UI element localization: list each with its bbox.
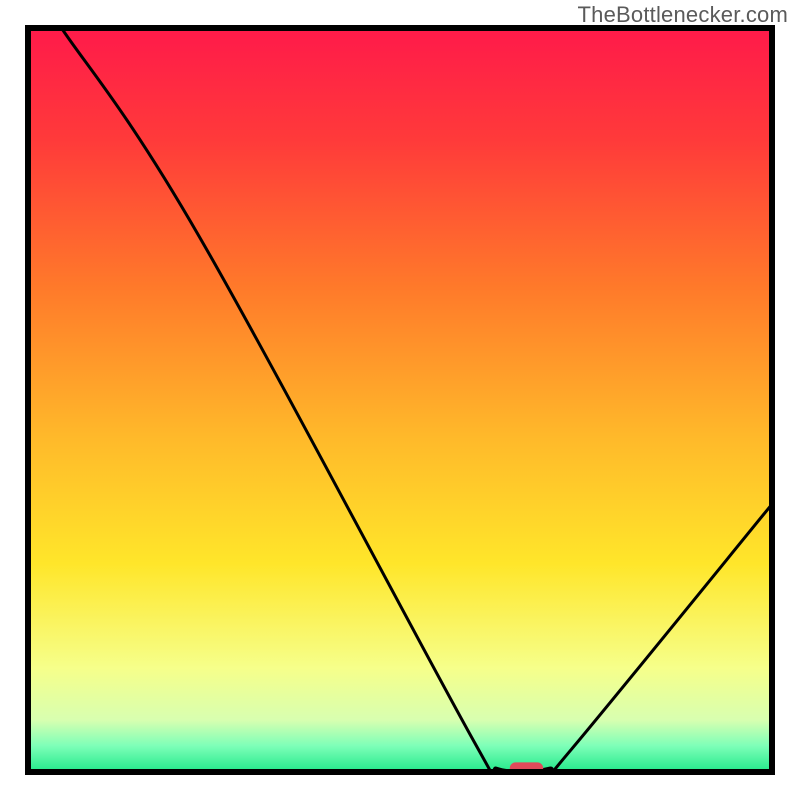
bottleneck-chart [0,0,800,800]
chart-frame: TheBottlenecker.com [0,0,800,800]
watermark-text: TheBottlenecker.com [578,2,788,28]
plot-area [28,28,772,791]
